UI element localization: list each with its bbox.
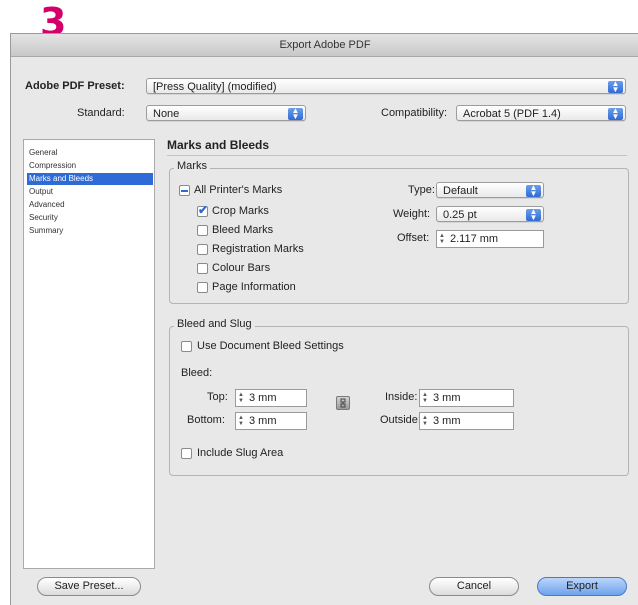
bottom-label: Bottom: <box>187 414 225 426</box>
type-label: Type: <box>408 184 435 196</box>
compatibility-value: Acrobat 5 (PDF 1.4) <box>463 108 561 120</box>
colour-bars-label: Colour Bars <box>212 262 271 274</box>
crop-marks-label: Crop Marks <box>212 205 269 217</box>
use-document-bleed-checkbox[interactable] <box>181 341 192 352</box>
standard-select[interactable]: None ▲ ▼ <box>146 105 306 121</box>
panel-title: Marks and Bleeds <box>167 138 270 152</box>
standard-value: None <box>153 108 180 120</box>
checkmark-icon: ✔ <box>198 203 209 217</box>
registration-marks-label: Registration Marks <box>212 243 304 255</box>
crop-marks-checkbox[interactable]: ✔ <box>197 203 209 217</box>
include-slug-checkbox[interactable] <box>181 448 192 459</box>
top-bleed-input[interactable]: ▲ ▼ 3 mm <box>235 389 307 407</box>
compatibility-stepper-icon: ▲ ▼ <box>608 107 623 120</box>
preset-label: Adobe PDF Preset: <box>25 80 125 92</box>
sidebar-item-marks-and-bleeds[interactable]: Marks and Bleeds <box>27 173 153 185</box>
sidebar-item-advanced[interactable]: Advanced <box>27 199 153 211</box>
include-slug-label: Include Slug Area <box>197 447 284 459</box>
sidebar-item-output[interactable]: Output <box>27 186 153 198</box>
sidebar-item-general[interactable]: General <box>27 147 153 159</box>
export-button[interactable]: Export <box>537 577 627 596</box>
all-printers-marks-label: All Printer's Marks <box>194 184 283 196</box>
sidebar-item-compression[interactable]: Compression <box>27 160 153 172</box>
type-value: Default <box>443 185 478 197</box>
type-select[interactable]: Default ▲ ▼ <box>436 182 544 198</box>
outside-bleed-value: 3 mm <box>433 415 461 427</box>
preset-value: [Press Quality] (modified) <box>153 81 277 93</box>
save-preset-button[interactable]: Save Preset... <box>37 577 141 596</box>
type-stepper-icon: ▲ ▼ <box>526 184 541 197</box>
compatibility-label: Compatibility: <box>381 107 448 119</box>
sidebar-list: General Compression Marks and Bleeds Out… <box>23 139 155 569</box>
dash-icon <box>181 190 188 192</box>
sidebar-item-summary[interactable]: Summary <box>27 225 153 237</box>
bottom-bleed-value: 3 mm <box>249 415 277 427</box>
standard-stepper-icon: ▲ ▼ <box>288 107 303 120</box>
marks-group-label: Marks <box>174 160 210 172</box>
registration-marks-checkbox[interactable] <box>197 244 208 255</box>
bleed-marks-label: Bleed Marks <box>212 224 274 236</box>
offset-input[interactable]: ▲ ▼ 2.117 mm <box>436 230 544 248</box>
window-title: Export Adobe PDF <box>11 34 638 57</box>
preset-select[interactable]: [Press Quality] (modified) ▲ ▼ <box>146 78 626 94</box>
export-pdf-dialog: Export Adobe PDF Adobe PDF Preset: [Pres… <box>10 33 638 605</box>
sidebar-item-security[interactable]: Security <box>27 212 153 224</box>
top-bleed-value: 3 mm <box>249 392 277 404</box>
panel-title-divider <box>167 155 627 156</box>
page-information-checkbox[interactable] <box>197 282 208 293</box>
spinner-icon: ▲ ▼ <box>238 392 244 404</box>
use-document-bleed-label: Use Document Bleed Settings <box>197 340 344 352</box>
bottom-bleed-input[interactable]: ▲ ▼ 3 mm <box>235 412 307 430</box>
weight-stepper-icon: ▲ ▼ <box>526 208 541 221</box>
preset-stepper-icon: ▲ ▼ <box>608 80 623 93</box>
spinner-icon: ▲ ▼ <box>422 415 428 427</box>
offset-label: Offset: <box>397 232 430 244</box>
standard-label: Standard: <box>77 107 125 119</box>
weight-value: 0.25 pt <box>443 209 477 221</box>
link-chain-icon[interactable] <box>336 396 350 410</box>
weight-label: Weight: <box>393 208 431 220</box>
bleed-marks-checkbox[interactable] <box>197 225 208 236</box>
page-information-label: Page Information <box>212 281 296 293</box>
colour-bars-checkbox[interactable] <box>197 263 208 274</box>
compatibility-select[interactable]: Acrobat 5 (PDF 1.4) ▲ ▼ <box>456 105 626 121</box>
outside-label: Outside: <box>380 414 421 426</box>
all-printers-marks-checkbox[interactable] <box>179 185 190 196</box>
offset-value: 2.117 mm <box>450 233 499 245</box>
inside-bleed-input[interactable]: ▲ ▼ 3 mm <box>419 389 514 407</box>
bleed-slug-group-label: Bleed and Slug <box>174 318 255 330</box>
weight-select[interactable]: 0.25 pt ▲ ▼ <box>436 206 544 222</box>
spinner-icon: ▲ ▼ <box>422 392 428 404</box>
spinner-icon: ▲ ▼ <box>439 233 445 245</box>
spinner-icon: ▲ ▼ <box>238 415 244 427</box>
inside-label: Inside: <box>385 391 418 403</box>
inside-bleed-value: 3 mm <box>433 392 461 404</box>
top-label: Top: <box>207 391 228 403</box>
bleed-label: Bleed: <box>181 367 213 379</box>
outside-bleed-input[interactable]: ▲ ▼ 3 mm <box>419 412 514 430</box>
cancel-button[interactable]: Cancel <box>429 577 519 596</box>
